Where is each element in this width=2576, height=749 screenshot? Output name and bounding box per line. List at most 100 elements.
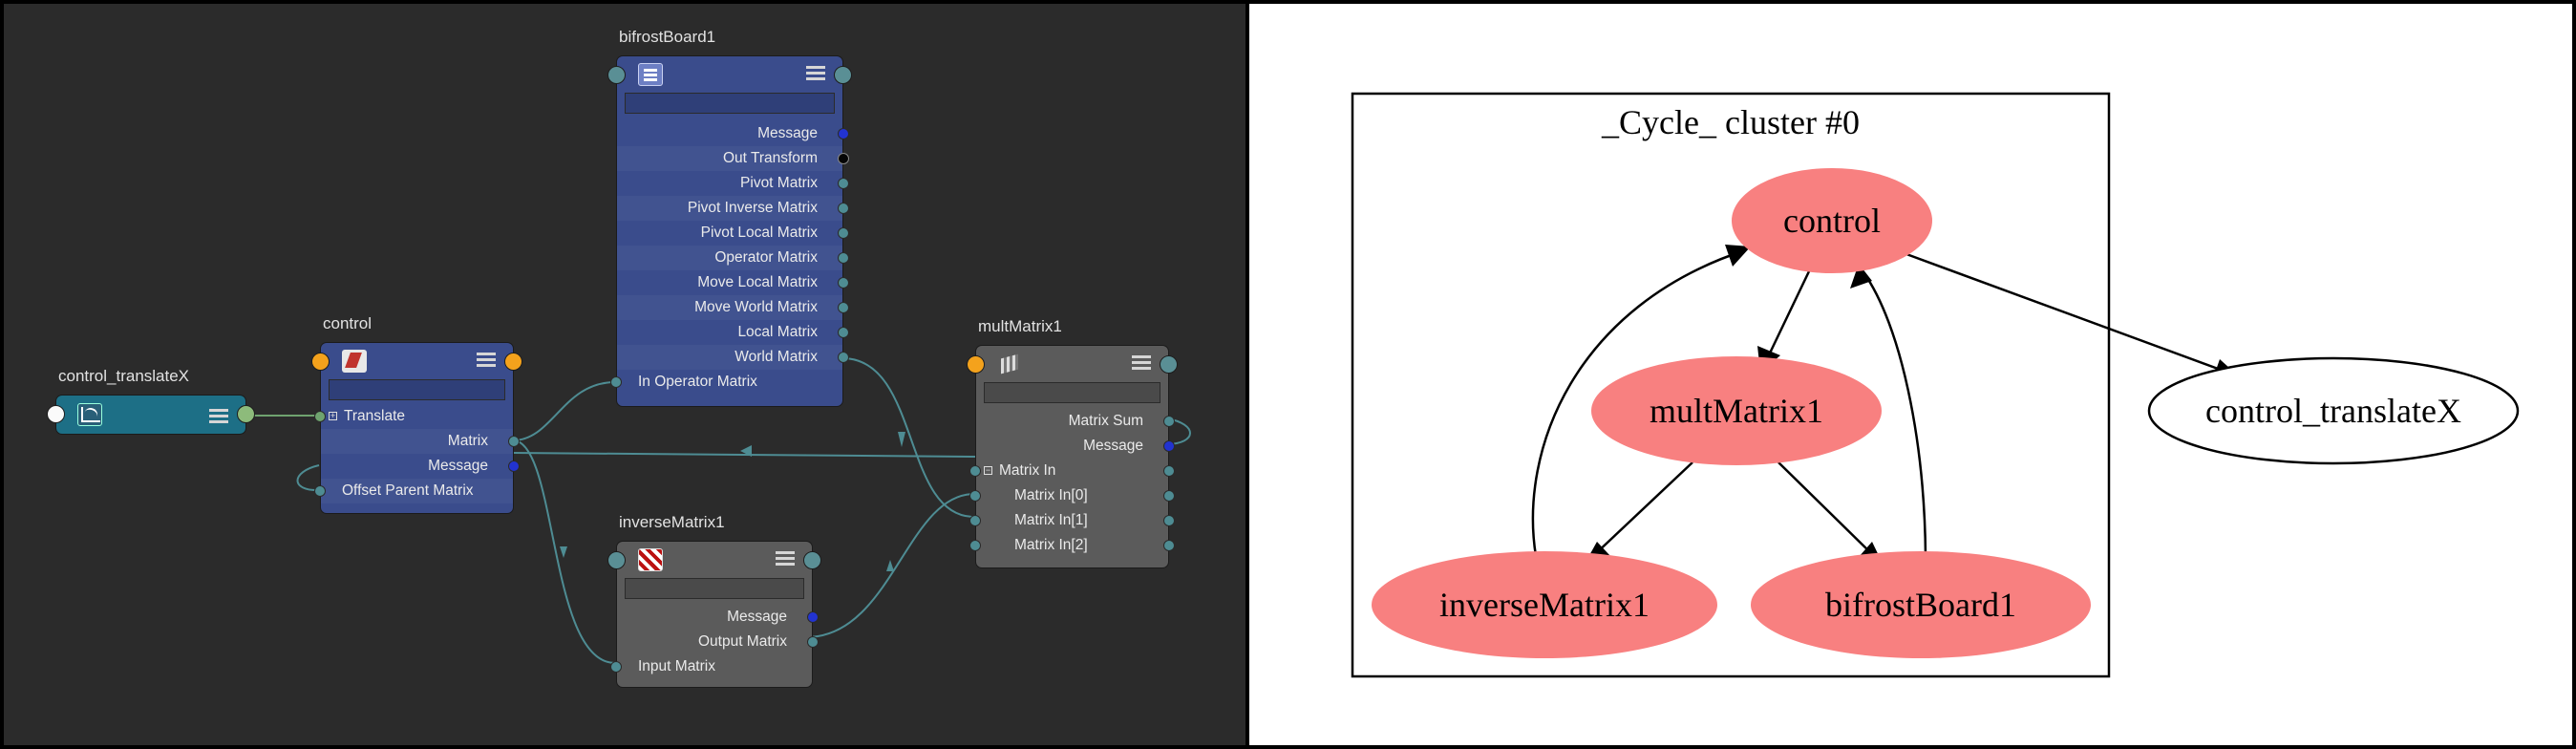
output-plug[interactable] <box>834 66 852 84</box>
plug[interactable] <box>314 485 326 497</box>
port-world-matrix[interactable]: World Matrix <box>617 345 849 370</box>
plug[interactable] <box>969 490 981 502</box>
port-matrix[interactable]: Matrix <box>321 429 520 454</box>
port-operator-matrix[interactable]: Operator Matrix <box>617 246 849 270</box>
port-in-operator-matrix[interactable]: In Operator Matrix <box>610 370 842 395</box>
plug[interactable] <box>1163 540 1175 551</box>
port-label: Matrix In[0] <box>1014 487 1088 503</box>
port-matrix-in[interactable]: − Matrix In <box>969 459 1175 483</box>
port-input-matrix[interactable]: Input Matrix <box>610 654 812 679</box>
output-plug[interactable] <box>237 405 255 423</box>
graph-node-label: multMatrix1 <box>1650 392 1823 430</box>
plug[interactable] <box>838 227 849 239</box>
name-field[interactable] <box>625 93 835 114</box>
port-pivot-inverse-matrix[interactable]: Pivot Inverse Matrix <box>617 196 849 221</box>
expand-icon[interactable]: + <box>329 412 337 420</box>
name-field[interactable] <box>984 382 1160 403</box>
collapse-icon[interactable]: − <box>984 466 992 475</box>
node-title: bifrostBoard1 <box>619 28 716 46</box>
plug[interactable] <box>807 636 819 648</box>
node-header[interactable] <box>607 56 852 91</box>
menu-icon[interactable] <box>209 407 228 424</box>
node-header[interactable] <box>311 343 522 377</box>
plug[interactable] <box>838 252 849 264</box>
port-move-world-matrix[interactable]: Move World Matrix <box>617 295 849 320</box>
port-label: Message <box>727 609 787 625</box>
plug[interactable] <box>508 436 520 447</box>
port-output-matrix[interactable]: Output Matrix <box>617 630 819 654</box>
plug[interactable] <box>1163 440 1175 452</box>
bifrostboard1-node[interactable]: bifrostBoard1 Message Out Transform Pivo… <box>607 28 852 407</box>
plug[interactable] <box>1163 416 1175 427</box>
plug[interactable] <box>807 611 819 623</box>
plug[interactable] <box>838 352 849 363</box>
input-plug[interactable] <box>607 551 626 569</box>
port-translate[interactable]: + Translate <box>314 404 513 429</box>
port-pivot-local-matrix[interactable]: Pivot Local Matrix <box>617 221 849 246</box>
plug[interactable] <box>838 302 849 313</box>
menu-icon[interactable] <box>776 549 795 567</box>
plug[interactable] <box>838 327 849 338</box>
output-plug[interactable] <box>803 551 821 569</box>
input-plug[interactable] <box>967 355 985 374</box>
wire-matrix-to-in-operator <box>512 381 616 441</box>
control-node[interactable]: control + Translate Matrix Message Offset… <box>311 314 522 514</box>
edge-control-to-multmatrix1 <box>1763 270 1811 364</box>
control-translatex-node[interactable]: control_translateX <box>47 367 255 436</box>
plug[interactable] <box>838 178 849 189</box>
menu-icon[interactable] <box>477 351 496 368</box>
node-header[interactable] <box>47 396 255 436</box>
node-header[interactable] <box>967 346 1178 380</box>
port-pivot-matrix[interactable]: Pivot Matrix <box>617 171 849 196</box>
port-matrix-sum[interactable]: Matrix Sum <box>976 409 1175 434</box>
plug[interactable] <box>314 411 326 422</box>
anim-curve-icon <box>77 403 102 426</box>
plug[interactable] <box>838 277 849 289</box>
input-plug[interactable] <box>607 66 626 84</box>
plug[interactable] <box>969 515 981 526</box>
plug[interactable] <box>969 465 981 477</box>
input-plug[interactable] <box>311 353 330 371</box>
port-message[interactable]: Message <box>617 121 849 146</box>
port-offset-parent-matrix[interactable]: Offset Parent Matrix <box>314 479 513 503</box>
output-plug[interactable] <box>504 353 522 371</box>
plug[interactable] <box>610 376 622 388</box>
plug[interactable] <box>1163 515 1175 526</box>
port-label: Translate <box>344 408 406 424</box>
node-editor-canvas[interactable]: bifrostBoard1 Message Out Transform Pivo… <box>4 4 1245 745</box>
port-move-local-matrix[interactable]: Move Local Matrix <box>617 270 849 295</box>
port-matrix-in-2[interactable]: Matrix In[2] <box>969 533 1175 558</box>
port-label: Local Matrix <box>737 324 818 340</box>
plug[interactable] <box>508 460 520 472</box>
dependency-graph-pane: _Cycle_ cluster #0 control multMatrix1 i… <box>1249 4 2572 745</box>
port-matrix-in-0[interactable]: Matrix In[0] <box>969 483 1175 508</box>
port-message[interactable]: Message <box>321 454 520 479</box>
plug[interactable] <box>969 540 981 551</box>
port-label: Matrix In <box>999 462 1056 479</box>
plug[interactable] <box>610 661 622 673</box>
menu-icon[interactable] <box>1132 353 1151 371</box>
port-label: Matrix In[2] <box>1014 537 1088 553</box>
menu-icon[interactable] <box>806 64 825 81</box>
node-header[interactable] <box>607 542 821 576</box>
plug[interactable] <box>838 128 849 139</box>
port-local-matrix[interactable]: Local Matrix <box>617 320 849 345</box>
input-plug[interactable] <box>47 405 65 423</box>
port-label: Output Matrix <box>697 633 787 650</box>
checker-icon <box>638 548 663 571</box>
node-title: inverseMatrix1 <box>619 513 725 531</box>
plug[interactable] <box>1163 490 1175 502</box>
output-plug[interactable] <box>1160 355 1178 374</box>
plug[interactable] <box>838 153 849 164</box>
name-field[interactable] <box>329 379 505 400</box>
port-matrix-in-1[interactable]: Matrix In[1] <box>969 508 1175 533</box>
port-message[interactable]: Message <box>976 434 1175 459</box>
inversematrix1-node[interactable]: inverseMatrix1 Message Output Matrix Inp… <box>607 513 821 688</box>
graph-node-label: control <box>1783 202 1881 240</box>
port-out-transform[interactable]: Out Transform <box>617 146 849 171</box>
plug[interactable] <box>838 203 849 214</box>
multmatrix1-node[interactable]: multMatrix1 Matrix Sum Message − Matrix I… <box>967 317 1178 568</box>
name-field[interactable] <box>625 578 804 599</box>
port-message[interactable]: Message <box>617 605 819 630</box>
plug[interactable] <box>1163 465 1175 477</box>
